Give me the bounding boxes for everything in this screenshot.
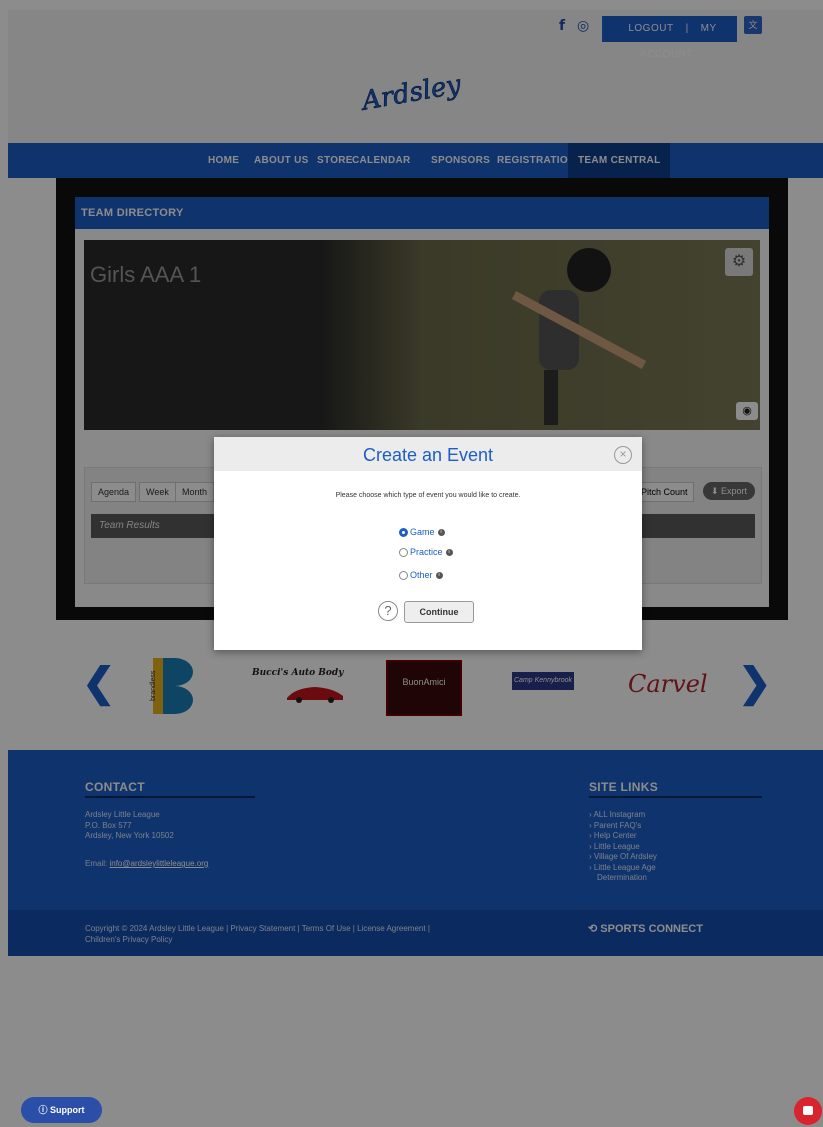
close-icon[interactable]: × xyxy=(614,446,632,464)
radio-practice[interactable] xyxy=(399,548,408,558)
dialog-title: Create an Event xyxy=(362,445,494,465)
dialog-prompt: Please choose which type of event you wo… xyxy=(335,492,521,499)
info-icon[interactable]: i xyxy=(437,529,445,537)
radio-other[interactable] xyxy=(399,571,408,581)
info-icon[interactable]: i xyxy=(445,549,453,557)
continue-button[interactable]: Continue xyxy=(404,601,474,623)
option-game[interactable]: Game i xyxy=(399,525,445,539)
chat-icon[interactable] xyxy=(794,1097,822,1125)
option-practice[interactable]: Practice i xyxy=(399,545,453,559)
help-icon[interactable]: ? xyxy=(378,601,398,621)
info-icon[interactable]: i xyxy=(435,572,443,580)
radio-game[interactable] xyxy=(399,528,408,538)
create-event-dialog: Create an Event × Please choose which ty… xyxy=(214,437,642,650)
option-other[interactable]: Other i xyxy=(399,568,443,582)
support-button[interactable]: ⓘ Support xyxy=(21,1097,102,1123)
